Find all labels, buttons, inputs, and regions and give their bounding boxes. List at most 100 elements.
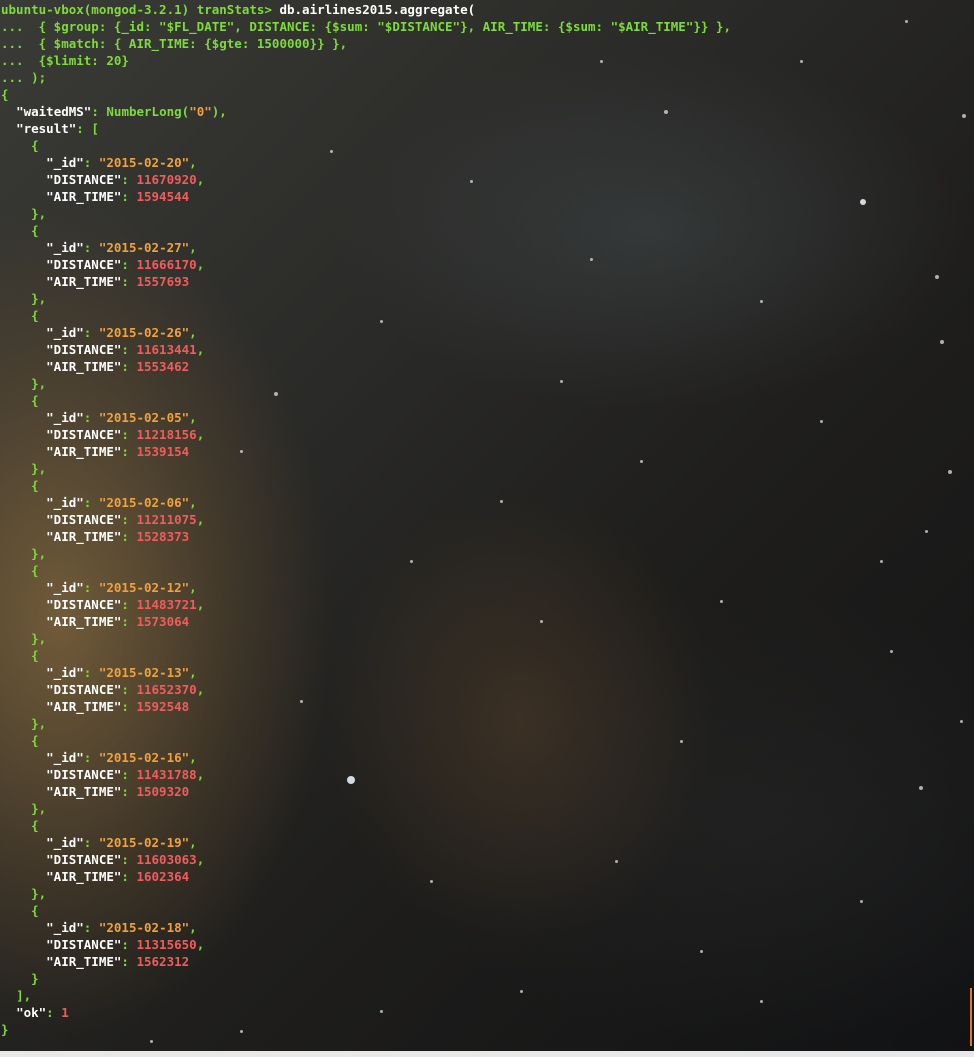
record-distance-key: "DISTANCE": [46, 257, 122, 272]
scroll-indicator: [970, 988, 972, 1046]
record-id-value: "2015-02-12": [98, 580, 190, 595]
record-id-value: "2015-02-20": [98, 155, 190, 170]
record-distance-line: "DISTANCE": 11652370,: [46, 682, 205, 697]
record-open-brace: {: [1, 223, 39, 238]
record-open-brace: {: [1, 138, 39, 153]
record-distance-key: "DISTANCE": [46, 767, 122, 782]
continuation-text: );: [23, 70, 47, 85]
record-airtime-key: "AIR_TIME": [46, 699, 122, 714]
record-id-key: "_id": [46, 750, 84, 765]
record-id-line: "_id": "2015-02-05",: [46, 410, 197, 425]
record-distance-key: "DISTANCE": [46, 512, 122, 527]
waited-ms-value: "0": [189, 104, 212, 119]
continuation-line: ... { $group: {_id: "$FL_DATE", DISTANCE…: [1, 18, 961, 35]
terminal-output[interactable]: ubuntu-vbox(mongod-3.2.1) tranStats> db.…: [0, 0, 961, 1038]
result-records: { "_id": "2015-02-20", "DISTANCE": 11670…: [1, 137, 961, 987]
record-open-brace: {: [1, 648, 39, 663]
record-id-key: "_id": [46, 580, 84, 595]
record-distance-value: 11670920: [136, 172, 197, 187]
record-distance-value: 11211075: [136, 512, 197, 527]
record-distance-key: "DISTANCE": [46, 342, 122, 357]
record-airtime-key: "AIR_TIME": [46, 614, 122, 629]
record-close-brace: },: [1, 206, 47, 221]
record-id-line: "_id": "2015-02-06",: [46, 495, 197, 510]
prompt-command: db.airlines2015.aggregate(: [271, 2, 476, 17]
record-airtime-key: "AIR_TIME": [46, 529, 122, 544]
record-open-brace: {: [1, 563, 39, 578]
record-airtime-key: "AIR_TIME": [46, 784, 122, 799]
record-airtime-line: "AIR_TIME": 1557693: [46, 274, 190, 289]
record-id-key: "_id": [46, 155, 84, 170]
record-distance-line: "DISTANCE": 11431788,: [46, 767, 205, 782]
record-id-key: "_id": [46, 920, 84, 935]
record-distance-key: "DISTANCE": [46, 172, 122, 187]
record-id-line: "_id": "2015-02-26",: [46, 325, 197, 340]
record-distance-line: "DISTANCE": 11315650,: [46, 937, 205, 952]
record-distance-value: 11652370: [136, 682, 197, 697]
record-distance-value: 11613441: [136, 342, 197, 357]
result-record: { "_id": "2015-02-27", "DISTANCE": 11666…: [1, 222, 961, 307]
record-id-line: "_id": "2015-02-27",: [46, 240, 197, 255]
record-airtime-key: "AIR_TIME": [46, 359, 122, 374]
result-record: { "_id": "2015-02-26", "DISTANCE": 11613…: [1, 307, 961, 392]
record-distance-line: "DISTANCE": 11483721,: [46, 597, 205, 612]
record-open-brace: {: [1, 818, 39, 833]
record-distance-value: 11483721: [136, 597, 197, 612]
record-id-key: "_id": [46, 665, 84, 680]
result-record: { "_id": "2015-02-19", "DISTANCE": 11603…: [1, 817, 961, 902]
continuation-marker: ...: [1, 36, 24, 51]
result-record: { "_id": "2015-02-06", "DISTANCE": 11211…: [1, 477, 961, 562]
record-close-brace: },: [1, 376, 47, 391]
record-id-key: "_id": [46, 325, 84, 340]
record-airtime-key: "AIR_TIME": [46, 869, 122, 884]
record-id-line: "_id": "2015-02-20",: [46, 155, 197, 170]
result-record: { "_id": "2015-02-16", "DISTANCE": 11431…: [1, 732, 961, 817]
prompt-line: ubuntu-vbox(mongod-3.2.1) tranStats> db.…: [1, 1, 961, 18]
continuation-line: ... {$limit: 20}: [1, 52, 961, 69]
record-airtime-line: "AIR_TIME": 1594544: [46, 189, 190, 204]
record-close-brace: },: [1, 886, 47, 901]
result-record: { "_id": "2015-02-18", "DISTANCE": 11315…: [1, 902, 961, 987]
result-line: "result": [: [16, 121, 99, 136]
record-id-key: "_id": [46, 240, 84, 255]
record-airtime-key: "AIR_TIME": [46, 189, 122, 204]
record-close-brace: }: [1, 971, 39, 986]
record-distance-value: 11218156: [136, 427, 197, 442]
continuation-marker: ...: [1, 53, 24, 68]
record-id-line: "_id": "2015-02-18",: [46, 920, 197, 935]
ok-value: 1: [61, 1005, 69, 1020]
record-distance-line: "DISTANCE": 11666170,: [46, 257, 205, 272]
continuation-text: { $match: { AIR_TIME: {$gte: 1500000}} }…: [23, 36, 348, 51]
record-id-key: "_id": [46, 495, 84, 510]
record-airtime-line: "AIR_TIME": 1528373: [46, 529, 190, 544]
record-open-brace: {: [1, 478, 39, 493]
continuation-marker: ...: [1, 19, 24, 34]
record-airtime-line: "AIR_TIME": 1592548: [46, 699, 190, 714]
record-airtime-key: "AIR_TIME": [46, 274, 122, 289]
record-id-key: "_id": [46, 410, 84, 425]
record-airtime-value: 1509320: [136, 784, 190, 799]
record-airtime-line: "AIR_TIME": 1539154: [46, 444, 190, 459]
record-airtime-key: "AIR_TIME": [46, 954, 122, 969]
record-airtime-value: 1557693: [136, 274, 190, 289]
record-close-brace: },: [1, 801, 47, 816]
result-key: "result": [16, 121, 77, 136]
record-distance-value: 11603063: [136, 852, 197, 867]
record-distance-key: "DISTANCE": [46, 682, 122, 697]
ok-line: "ok": 1: [16, 1005, 69, 1020]
result-close: ],: [16, 988, 32, 1003]
result-record: { "_id": "2015-02-13", "DISTANCE": 11652…: [1, 647, 961, 732]
waited-ms-key: "waitedMS": [16, 104, 92, 119]
prompt-db: tranStats>: [196, 2, 272, 17]
record-open-brace: {: [1, 308, 39, 323]
record-id-key: "_id": [46, 835, 84, 850]
continuation-text: {$limit: 20}: [23, 53, 129, 68]
continuation-line: ... { $match: { AIR_TIME: {$gte: 1500000…: [1, 35, 961, 52]
record-distance-line: "DISTANCE": 11218156,: [46, 427, 205, 442]
result-record: { "_id": "2015-02-12", "DISTANCE": 11483…: [1, 562, 961, 647]
record-distance-line: "DISTANCE": 11613441,: [46, 342, 205, 357]
record-id-line: "_id": "2015-02-19",: [46, 835, 197, 850]
record-id-value: "2015-02-26": [98, 325, 190, 340]
output-open-brace: {: [1, 87, 9, 102]
record-id-line: "_id": "2015-02-12",: [46, 580, 197, 595]
